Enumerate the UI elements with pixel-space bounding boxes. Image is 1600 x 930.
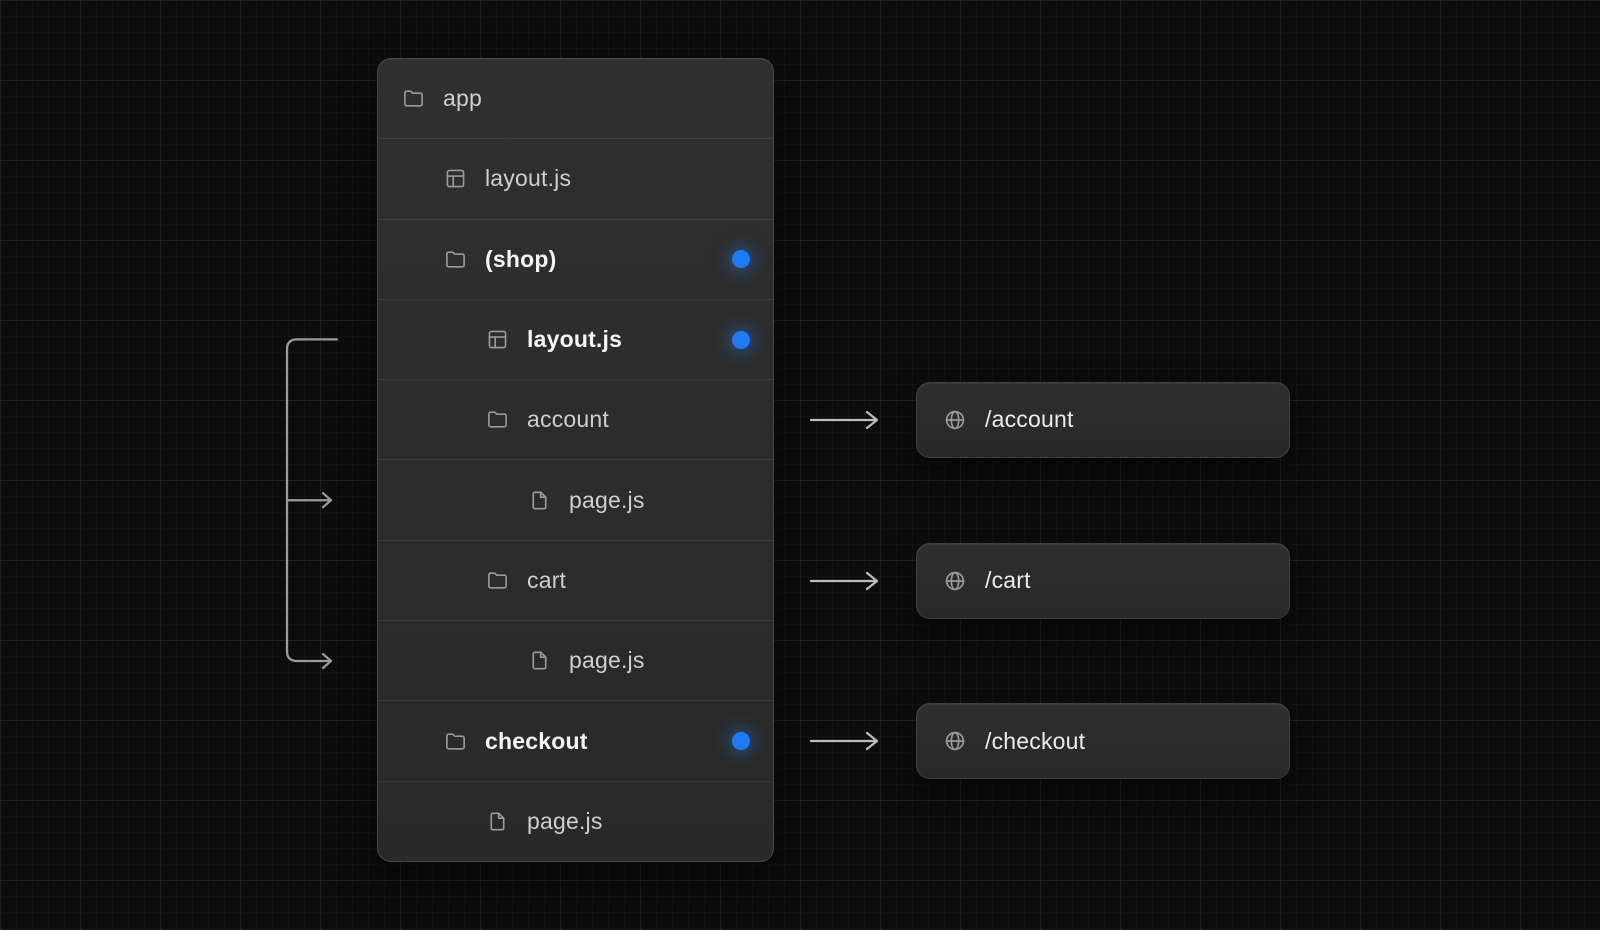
active-indicator-dot [732,330,750,349]
layout-connector-bracket [285,338,339,670]
tree-row-layout-js: layout.js [378,138,773,218]
file-icon [486,810,509,833]
tree-row-checkout: checkout [378,700,773,780]
tree-row-account: account [378,379,773,459]
layout-icon [444,167,467,190]
folder-icon [486,569,509,592]
route-arrow [809,410,879,429]
route-pill-account: /account [916,381,1290,458]
tree-row-label: layout.js [485,165,572,192]
tree-row-page-js: page.js [378,780,773,861]
folder-icon [486,408,509,431]
route-label: /cart [985,567,1031,594]
route-pill-checkout: /checkout [916,703,1290,780]
tree-row-layout-js: layout.js [378,298,773,379]
tree-row-label: (shop) [485,245,557,272]
active-indicator-dot [732,250,750,269]
active-indicator-dot [732,732,750,751]
tree-row-label: layout.js [527,326,623,353]
route-pill-cart: /cart [916,542,1290,619]
globe-icon [943,569,967,593]
tree-row-page-js: page.js [378,620,773,700]
folder-icon [444,730,467,753]
tree-row--shop-: (shop) [378,218,773,299]
tree-row-cart: cart [378,539,773,620]
route-label: /account [985,406,1074,433]
tree-row-label: page.js [569,486,645,513]
tree-row-app: app [378,59,773,138]
file-icon [528,489,551,512]
tree-row-label: app [443,85,482,112]
route-arrow [809,732,879,751]
tree-row-label: cart [527,566,567,593]
folder-icon [402,87,425,110]
file-icon [528,649,551,672]
tree-row-label: account [527,406,609,433]
layout-icon [486,328,509,351]
globe-icon [943,408,967,432]
tree-row-label: page.js [569,647,645,674]
tree-row-label: page.js [527,807,603,834]
file-tree-panel: app layout.js (shop) layout.js account page.j… [377,58,774,862]
folder-icon [444,248,467,271]
route-arrow [809,571,879,590]
tree-row-page-js: page.js [378,459,773,539]
tree-row-label: checkout [485,727,588,754]
route-label: /checkout [985,727,1086,754]
globe-icon [943,729,967,753]
diagram-canvas: app layout.js (shop) layout.js account page.j… [0,0,1600,930]
